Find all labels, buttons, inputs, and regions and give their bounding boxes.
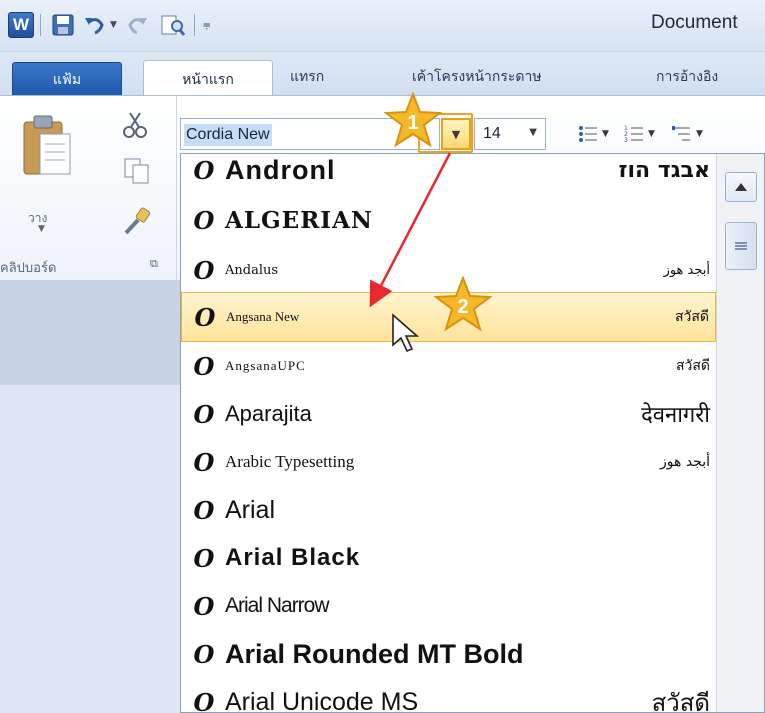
opentype-icon: O bbox=[193, 543, 215, 573]
font-item-arial-narrow[interactable]: O Arial Narrow bbox=[181, 580, 716, 632]
tab-page-layout[interactable]: เค้าโครงหน้ากระดาษ bbox=[412, 66, 542, 88]
font-item-sample: สวัสดี bbox=[651, 688, 710, 713]
chevron-down-icon: ▼ bbox=[648, 129, 655, 139]
font-item-label: Angsana New bbox=[226, 309, 300, 324]
font-item-sample: أبجد هوز bbox=[660, 454, 710, 470]
numbered-list-icon: 1 2 3 bbox=[624, 125, 643, 144]
opentype-icon: O bbox=[193, 639, 215, 669]
word-window: W ▼ ⩦ Document แฟ้ม หน้าแรก แทรก เค้าโคร… bbox=[0, 0, 765, 713]
font-item-sample: สวัสดี bbox=[674, 309, 709, 325]
font-name-value[interactable]: Cordia New bbox=[184, 124, 272, 146]
ribbon-tabs: แฟ้ม หน้าแรก แทรก เค้าโครงหน้ากระดาษ การ… bbox=[0, 52, 765, 98]
font-item-label: Aparajita bbox=[225, 401, 312, 426]
bullet-list-icon bbox=[579, 126, 597, 142]
word-icon[interactable]: W bbox=[8, 12, 34, 38]
customize-icon[interactable]: ⩦ bbox=[203, 17, 211, 32]
font-dropdown-list: O Andronl אבגד הוז O ALGERIAN O Andalus … bbox=[180, 153, 765, 713]
font-item-arial-black[interactable]: O Arial Black bbox=[181, 532, 716, 584]
bullets-button[interactable]: ▼ bbox=[578, 121, 609, 147]
opentype-icon: O bbox=[193, 495, 215, 525]
step-badge-2: 2 bbox=[434, 276, 492, 332]
opentype-icon: O bbox=[193, 399, 215, 429]
dialog-launcher-icon[interactable]: ⧉ bbox=[150, 257, 158, 271]
font-item-sample: สวัสดี bbox=[675, 358, 710, 374]
opentype-icon: O bbox=[193, 687, 215, 713]
chevron-down-icon: ▼ bbox=[602, 129, 609, 139]
font-item-label: Arial bbox=[225, 495, 276, 524]
undo-dropdown-icon[interactable]: ▼ bbox=[110, 20, 117, 30]
mouse-cursor-icon bbox=[391, 313, 423, 355]
toolbar-separator bbox=[194, 14, 195, 36]
chevron-down-icon: ▼ bbox=[696, 129, 703, 139]
save-icon[interactable] bbox=[50, 12, 76, 38]
opentype-icon: O bbox=[193, 205, 215, 235]
title-bar: W ▼ ⩦ Document bbox=[0, 0, 765, 52]
font-item-label: AngsanaUPC bbox=[225, 358, 306, 373]
format-painter-icon[interactable] bbox=[120, 206, 152, 242]
scroll-thumb[interactable] bbox=[725, 222, 757, 270]
redo-icon[interactable] bbox=[124, 12, 150, 38]
font-item-label: Andronl bbox=[225, 154, 336, 185]
font-size-value[interactable]: 14 bbox=[483, 125, 501, 143]
font-item-algerian[interactable]: O ALGERIAN bbox=[181, 194, 716, 246]
badge-number: 2 bbox=[457, 296, 468, 318]
opentype-icon: O bbox=[194, 302, 216, 332]
font-item-sample: أبجد هوز bbox=[663, 262, 710, 278]
paste-icon bbox=[23, 115, 71, 175]
cut-icon[interactable] bbox=[120, 110, 150, 144]
tab-home[interactable]: หน้าแรก bbox=[143, 60, 273, 98]
opentype-icon: O bbox=[193, 255, 215, 285]
font-item-label: Arial Black bbox=[225, 544, 361, 571]
clipboard-group: วาง ▼ คลิปบอร์ด ⧉ bbox=[0, 96, 177, 281]
opentype-icon: O bbox=[193, 351, 215, 381]
font-item-arial[interactable]: O Arial bbox=[181, 484, 716, 536]
font-item-aharoni[interactable]: O Andronl אבגד הוז bbox=[181, 154, 716, 196]
dropdown-scrollbar[interactable] bbox=[716, 154, 764, 712]
opentype-icon: O bbox=[193, 591, 215, 621]
font-item-angsanaupc[interactable]: O AngsanaUPC สวัสดี bbox=[181, 340, 716, 392]
font-item-label: ALGERIAN bbox=[225, 206, 373, 234]
tab-insert[interactable]: แทรก bbox=[290, 66, 324, 88]
chevron-down-icon[interactable]: ▼ bbox=[529, 127, 537, 138]
opentype-icon: O bbox=[193, 447, 215, 477]
font-item-label: Andalus bbox=[225, 262, 279, 278]
svg-text:3: 3 bbox=[624, 137, 628, 144]
chevron-up-icon bbox=[735, 183, 747, 191]
font-item-sample: אבגד הוז bbox=[618, 157, 710, 183]
multilevel-list-button[interactable]: ▼ bbox=[672, 121, 703, 147]
font-item-label: Arabic Typesetting bbox=[225, 452, 355, 471]
opentype-icon: O bbox=[193, 155, 215, 185]
toolbar-separator bbox=[40, 14, 41, 36]
print-preview-icon[interactable] bbox=[160, 12, 186, 38]
numbering-button[interactable]: 1 2 3 ▼ bbox=[624, 121, 655, 147]
font-item-arabic-typesetting[interactable]: O Arabic Typesetting أبجد هوز bbox=[181, 436, 716, 488]
copy-icon[interactable] bbox=[122, 156, 152, 190]
scroll-up-button[interactable] bbox=[725, 172, 757, 202]
tab-references[interactable]: การอ้างอิง bbox=[656, 66, 718, 88]
font-item-label: Arial Rounded MT Bold bbox=[225, 638, 524, 669]
font-item-label: Arial Narrow bbox=[225, 594, 330, 617]
paste-dropdown-icon[interactable]: ▼ bbox=[38, 224, 45, 234]
font-size-combo[interactable]: 14 ▼ bbox=[474, 118, 546, 150]
font-item-arial-rounded[interactable]: O Arial Rounded MT Bold bbox=[181, 628, 716, 680]
multilevel-list-icon bbox=[672, 126, 690, 141]
step-badge-1: 1 bbox=[384, 92, 442, 148]
undo-icon[interactable] bbox=[82, 12, 108, 38]
badge-number: 1 bbox=[407, 112, 418, 134]
tab-file[interactable]: แฟ้ม bbox=[12, 62, 122, 96]
document-area bbox=[0, 385, 180, 713]
font-item-label: Arial Unicode MS bbox=[225, 687, 419, 713]
document-title: Document bbox=[651, 12, 738, 33]
clipboard-group-label: คลิปบอร์ด bbox=[0, 261, 57, 276]
font-item-sample: देवनागरी bbox=[641, 403, 710, 428]
font-item-arial-unicode[interactable]: O Arial Unicode MS สวัสดี bbox=[181, 676, 716, 713]
font-item-aparajita[interactable]: O Aparajita देवनागरी bbox=[181, 388, 716, 440]
